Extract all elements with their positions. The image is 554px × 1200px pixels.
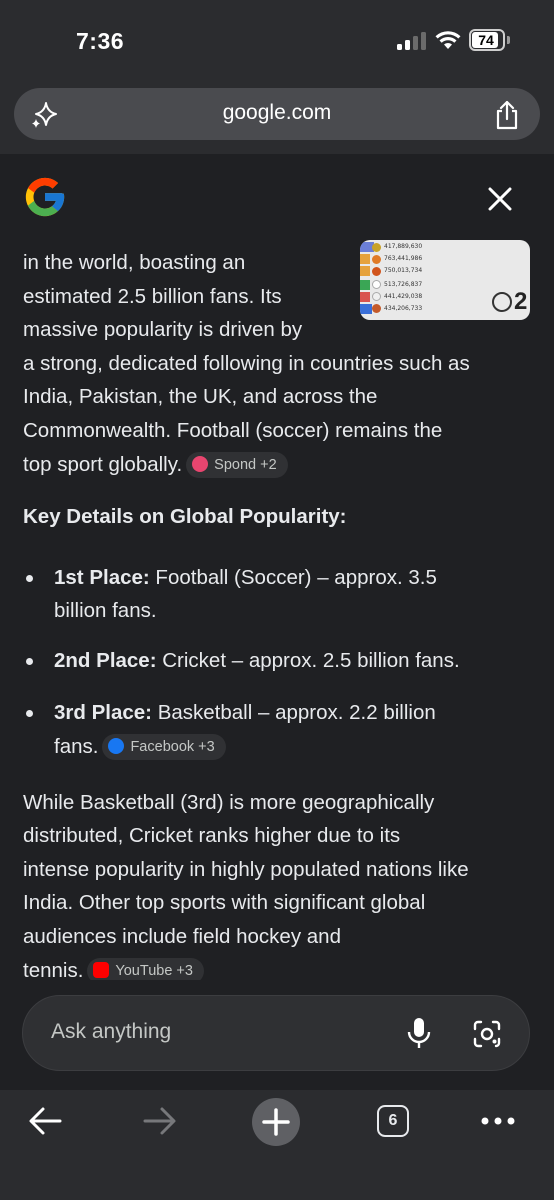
thumbnail-badge: 2: [514, 288, 528, 315]
citation-label: Spond +2: [214, 457, 277, 473]
thumbnail-row: 434,206,733: [384, 305, 423, 312]
citation-chip-spond[interactable]: Spond +2: [186, 452, 288, 478]
list-item-label: 1st Place:: [54, 566, 150, 589]
list-item-continuation: fans.: [54, 735, 99, 758]
answer-line: tennis.: [23, 959, 84, 980]
thumbnail-row: 441,429,038: [384, 293, 423, 300]
answer-line: intense popularity in highly populated n…: [23, 858, 469, 881]
tab-switcher-button[interactable]: 6: [377, 1105, 409, 1137]
close-icon[interactable]: [485, 184, 515, 214]
facebook-icon: [108, 738, 125, 754]
answer-line: estimated 2.5 billion fans. Its: [23, 285, 282, 308]
wifi-icon: [435, 31, 461, 49]
answer-line: Commonwealth. Football (soccer) remains …: [23, 419, 443, 442]
list-item: 2nd Place: Cricket – approx. 2.5 billion…: [54, 644, 460, 678]
answer-line: massive popularity is driven by: [23, 318, 303, 341]
answer-line: distributed, Cricket ranks higher due to…: [23, 824, 401, 847]
list-item: 3rd Place: Basketball – approx. 2.2 bill…: [54, 696, 436, 730]
answer-line: India. Other top sports with significant…: [23, 891, 426, 914]
spond-icon: [192, 456, 209, 472]
forward-arrow-icon[interactable]: [143, 1106, 177, 1136]
google-logo-icon: [25, 177, 65, 217]
google-lens-icon[interactable]: [472, 1019, 502, 1049]
thumbnail-row: 763,441,986: [384, 255, 423, 262]
list-item: 1st Place: Football (Soccer) – approx. 3…: [54, 561, 437, 595]
thumbnail-row: 513,726,837: [384, 281, 423, 288]
status-time: 7:36: [76, 28, 125, 54]
back-arrow-icon[interactable]: [28, 1106, 62, 1136]
answer-line: a strong, dedicated following in countri…: [23, 352, 470, 375]
battery-level: 74: [478, 32, 494, 48]
plus-icon: [262, 1108, 290, 1136]
answer-line: While Basketball (3rd) is more geographi…: [23, 791, 435, 814]
answer-line-with-citation: tennis. YouTube +3: [23, 954, 204, 980]
youtube-icon: [93, 962, 110, 978]
battery-nub: [507, 36, 510, 44]
list-item-text: Cricket – approx. 2.5 billion fans.: [156, 649, 460, 672]
thumbnail-row: 750,013,734: [384, 267, 423, 274]
cellular-signal-icon: [397, 32, 427, 50]
list-item-label: 2nd Place:: [54, 649, 157, 672]
citation-chip-facebook[interactable]: Facebook +3: [102, 734, 226, 760]
answer-line: in the world, boasting an: [23, 251, 246, 274]
bullet-dot: [26, 575, 33, 582]
answer-line: audiences include field hockey and: [23, 925, 341, 948]
list-item-text: Basketball – approx. 2.2 billion: [152, 701, 436, 724]
bullet-dot: [26, 710, 33, 717]
answer-line: India, Pakistan, the UK, and across the: [23, 385, 378, 408]
thumbnail-row: 417,889,630: [384, 243, 423, 250]
battery-indicator: 74: [469, 29, 505, 51]
citation-label: YouTube +3: [115, 963, 193, 979]
more-options-icon[interactable]: [480, 1116, 516, 1126]
share-icon[interactable]: [494, 100, 520, 130]
url-text[interactable]: google.com: [0, 101, 554, 125]
clock-icon: [492, 292, 512, 312]
list-item-label: 3rd Place:: [54, 701, 152, 724]
source-thumbnail[interactable]: 417,889,630 763,441,986 750,013,734 513,…: [360, 240, 530, 320]
answer-line: top sport globally.: [23, 453, 183, 476]
list-item-text: Football (Soccer) – approx. 3.5: [149, 566, 437, 589]
list-item-continuation-with-citation: fans. Facebook +3: [54, 730, 226, 764]
citation-label: Facebook +3: [130, 739, 215, 755]
answer-line-with-citation: top sport globally. Spond +2: [23, 448, 288, 482]
new-tab-button[interactable]: [252, 1098, 300, 1146]
bullet-dot: [26, 658, 33, 665]
microphone-icon[interactable]: [406, 1016, 432, 1050]
citation-chip-youtube[interactable]: YouTube +3: [87, 958, 204, 980]
ask-placeholder[interactable]: Ask anything: [51, 1020, 171, 1044]
section-heading: Key Details on Global Popularity:: [23, 505, 347, 528]
list-item-continuation: billion fans.: [54, 599, 157, 622]
